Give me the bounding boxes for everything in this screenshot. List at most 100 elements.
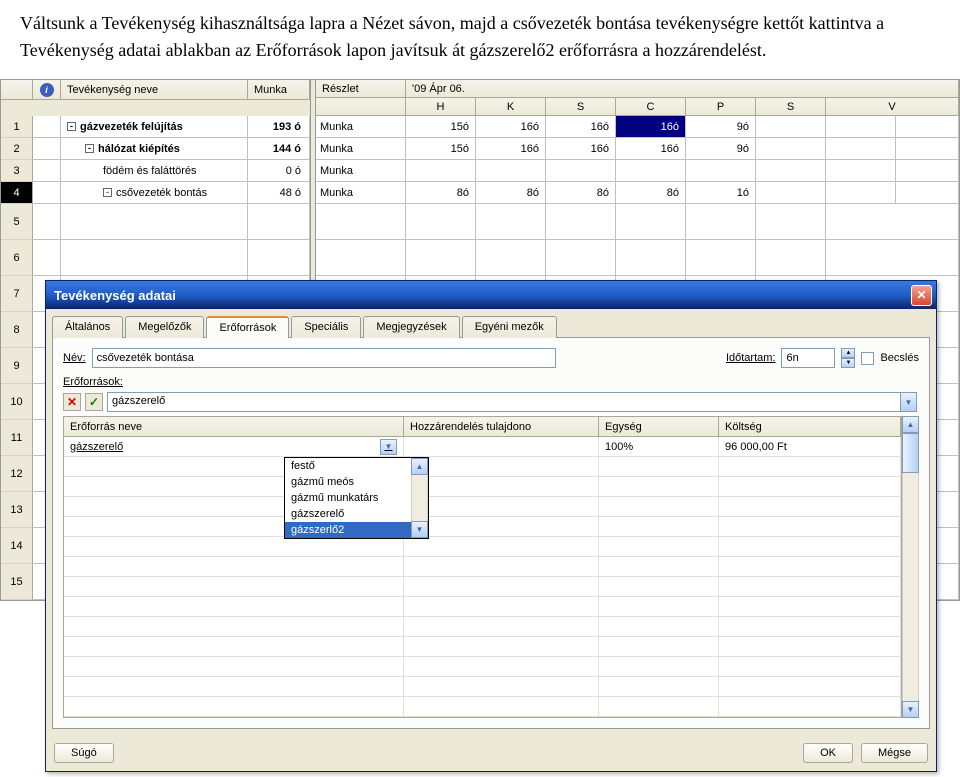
res-name-cell[interactable]	[64, 617, 404, 637]
res-name-cell[interactable]	[64, 697, 404, 717]
res-unit-cell[interactable]	[599, 657, 719, 677]
day-cell[interactable]	[826, 182, 896, 204]
task-name-cell[interactable]	[61, 240, 248, 276]
day-cell[interactable]: 15ó	[406, 116, 476, 138]
res-unit-cell[interactable]	[599, 537, 719, 557]
table-row[interactable]: 2 -hálózat kiépítés 144 ó Munka 15ó16ó16…	[1, 138, 959, 160]
day-cell[interactable]	[476, 204, 546, 240]
work-cell[interactable]	[248, 240, 310, 276]
res-cost-cell[interactable]	[719, 637, 901, 657]
ok-button[interactable]: OK	[803, 743, 853, 763]
res-owner-cell[interactable]	[404, 497, 599, 517]
res-name-cell[interactable]	[64, 597, 404, 617]
res-cost-cell[interactable]	[719, 477, 901, 497]
info-cell[interactable]	[33, 204, 61, 240]
resource-dropdown-list[interactable]: festőgázmű meósgázmű munkatársgázszerelő…	[284, 457, 429, 539]
tree-collapse-icon[interactable]: -	[85, 144, 94, 153]
res-cost-cell[interactable]	[719, 577, 901, 597]
res-unit-cell[interactable]	[599, 457, 719, 477]
work-cell[interactable]: 48 ó	[248, 182, 310, 204]
res-cost-cell[interactable]	[719, 697, 901, 717]
help-button[interactable]: Súgó	[54, 743, 114, 763]
row-number[interactable]: 4	[1, 182, 33, 204]
work-cell[interactable]: 193 ó	[248, 116, 310, 138]
res-owner-cell[interactable]	[404, 517, 599, 537]
dropdown-item[interactable]: festő	[285, 458, 411, 474]
res-unit-cell[interactable]	[599, 637, 719, 657]
row-number[interactable]: 14	[1, 528, 33, 564]
day-k-header[interactable]: K	[476, 98, 546, 116]
day-h-header[interactable]: H	[406, 98, 476, 116]
scroll-down-icon[interactable]: ▼	[902, 701, 919, 718]
res-cost-cell[interactable]	[719, 597, 901, 617]
day-cell[interactable]	[546, 204, 616, 240]
res-cost-cell[interactable]	[719, 677, 901, 697]
duration-spinner[interactable]: ▲ ▼	[841, 348, 855, 368]
scroll-thumb[interactable]	[902, 433, 919, 473]
res-owner-cell[interactable]	[404, 697, 599, 717]
tab-általános[interactable]: Általános	[52, 316, 123, 338]
day-cell[interactable]	[616, 240, 686, 276]
res-owner-cell[interactable]	[404, 617, 599, 637]
res-unit-cell[interactable]	[599, 617, 719, 637]
res-cost-cell[interactable]	[719, 517, 901, 537]
day-cell[interactable]: 9ó	[686, 116, 756, 138]
info-cell[interactable]	[33, 138, 61, 160]
res-owner-cell[interactable]	[404, 677, 599, 697]
day-cell[interactable]: 16ó	[546, 116, 616, 138]
day-cell[interactable]	[406, 204, 476, 240]
res-owner-cell[interactable]	[404, 437, 599, 457]
resource-row[interactable]	[64, 497, 901, 517]
day-cell[interactable]: 1ó	[686, 182, 756, 204]
day-cell[interactable]: 16ó	[616, 116, 686, 138]
empty-day-cell[interactable]	[896, 182, 959, 204]
day-cell[interactable]	[686, 204, 756, 240]
res-cost-cell[interactable]	[719, 617, 901, 637]
tree-collapse-icon[interactable]: -	[67, 122, 76, 131]
res-owner-cell[interactable]	[404, 577, 599, 597]
res-unit-cell[interactable]	[599, 677, 719, 697]
day-cell[interactable]: 16ó	[476, 116, 546, 138]
tree-collapse-icon[interactable]: -	[103, 188, 112, 197]
week-header[interactable]: '09 Ápr 06.	[406, 80, 959, 98]
res-owner-header[interactable]: Hozzárendelés tulajdono	[404, 417, 599, 437]
row-number-header[interactable]	[1, 80, 33, 100]
empty-day-cell[interactable]	[896, 160, 959, 182]
combo-dropdown-icon[interactable]: ▼	[900, 392, 917, 412]
table-row[interactable]: 3 födém és faláttörés 0 ó Munka	[1, 160, 959, 182]
day-cell[interactable]: 8ó	[406, 182, 476, 204]
info-cell[interactable]	[33, 116, 61, 138]
day-cell[interactable]	[826, 160, 896, 182]
row-number[interactable]: 7	[1, 276, 33, 312]
resource-row[interactable]	[64, 477, 901, 497]
res-cell-dropdown-icon[interactable]: ▼	[380, 439, 397, 455]
res-name-header[interactable]: Erőforrás neve	[64, 417, 404, 437]
res-owner-cell[interactable]	[404, 657, 599, 677]
day-c-header[interactable]: C	[616, 98, 686, 116]
tab-megjegyzések[interactable]: Megjegyzések	[363, 316, 459, 338]
res-cost-cell[interactable]	[719, 457, 901, 477]
resource-row[interactable]	[64, 677, 901, 697]
scroll-track[interactable]	[411, 475, 428, 521]
work-cell[interactable]	[248, 204, 310, 240]
res-cost-cell[interactable]	[719, 657, 901, 677]
info-cell[interactable]	[33, 240, 61, 276]
info-cell[interactable]	[33, 160, 61, 182]
day-cell[interactable]	[406, 240, 476, 276]
resource-row[interactable]	[64, 577, 901, 597]
scroll-up-icon[interactable]: ▲	[411, 458, 428, 475]
res-name-cell[interactable]	[64, 577, 404, 597]
row-number[interactable]: 2	[1, 138, 33, 160]
day-s2-header[interactable]: S	[756, 98, 826, 116]
row-number[interactable]: 11	[1, 420, 33, 456]
day-cell[interactable]	[686, 160, 756, 182]
resource-row[interactable]	[64, 597, 901, 617]
day-cell[interactable]	[476, 240, 546, 276]
table-row[interactable]: 5	[1, 204, 959, 240]
day-cell[interactable]	[546, 160, 616, 182]
scroll-up-icon[interactable]: ▲	[902, 416, 919, 433]
row-number[interactable]: 6	[1, 240, 33, 276]
work-header[interactable]: Munka	[248, 80, 310, 100]
spinner-down-icon[interactable]: ▼	[841, 358, 855, 368]
detail-cell[interactable]: Munka	[316, 138, 406, 160]
